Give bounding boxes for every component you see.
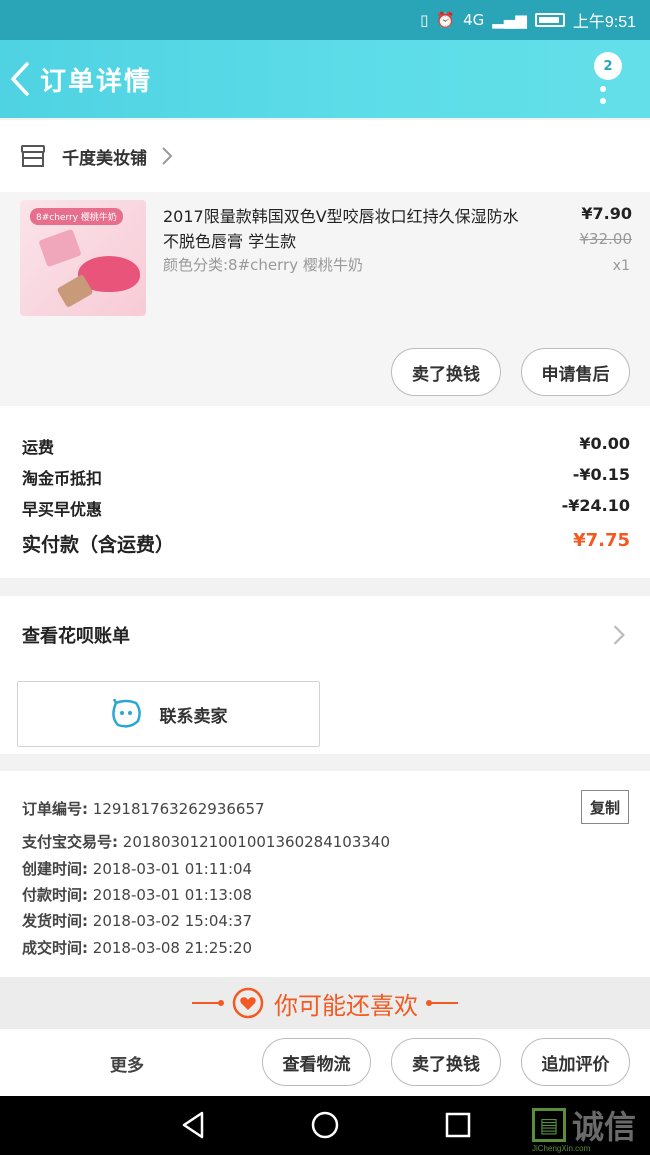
back-icon[interactable] xyxy=(0,40,40,118)
fee-label: 淘金币抵扣 xyxy=(22,469,103,488)
product-image[interactable]: 8#cherry 樱桃牛奶 xyxy=(20,200,146,316)
system-nav-bar: ▤ 诚信 JiChengXin.com xyxy=(0,1096,650,1155)
fee-label: 早买早优惠 xyxy=(22,500,103,519)
bottom-action-bar: 更多 查看物流 卖了换钱 追加评价 xyxy=(0,1029,650,1096)
signal-icon: ▂▄▆ xyxy=(492,11,527,29)
chevron-right-icon xyxy=(612,624,626,646)
fee-value: ¥0.00 xyxy=(579,434,630,453)
resell-bottom-button[interactable]: 卖了换钱 xyxy=(391,1038,501,1086)
info-value: 2018-03-01 01:11:04 xyxy=(92,860,253,878)
info-label: 成交时间: xyxy=(22,939,88,957)
lipstick-shape xyxy=(38,228,82,268)
info-value: 2018030121001001360284103340 xyxy=(122,833,390,851)
info-label: 付款时间: xyxy=(22,886,88,904)
info-value: 2018-03-01 01:13:08 xyxy=(92,886,253,904)
fee-value: -¥24.10 xyxy=(561,496,630,515)
contact-seller-label: 联系卖家 xyxy=(159,706,228,727)
notification-badge: 2 xyxy=(594,52,622,80)
paid-time-line: 付款时间: 2018-03-01 01:13:08 xyxy=(22,884,252,905)
copy-button[interactable]: 复制 xyxy=(581,790,629,824)
total-label: 实付款（含运费） xyxy=(22,534,175,556)
fee-summary: 运费 ¥0.00 淘金币抵扣 -¥0.15 早买早优惠 -¥24.10 实付款（… xyxy=(0,406,650,578)
contact-seller-button[interactable]: 联系卖家 xyxy=(17,681,320,747)
after-sale-button[interactable]: 申请售后 xyxy=(521,348,630,396)
item-original-price: ¥32.00 xyxy=(579,230,633,248)
shop-row[interactable]: 千度美妆铺 xyxy=(0,120,650,192)
resell-button[interactable]: 卖了换钱 xyxy=(391,348,501,396)
completed-time-line: 成交时间: 2018-03-08 21:25:20 xyxy=(22,937,252,958)
shop-name: 千度美妆铺 xyxy=(62,148,147,169)
vibrate-icon: ▯ xyxy=(420,11,429,29)
watermark-text: 诚信 xyxy=(572,1108,637,1146)
total-value: ¥7.75 xyxy=(573,530,630,551)
more-menu-icon[interactable]: 2 xyxy=(592,52,622,112)
nav-back-icon[interactable] xyxy=(180,1110,206,1140)
product-image-tag: 8#cherry 樱桃牛奶 xyxy=(30,208,123,225)
add-review-button[interactable]: 追加评价 xyxy=(521,1038,630,1086)
divider-line xyxy=(426,1000,458,1006)
recommend-header: 你可能还喜欢 xyxy=(0,977,650,1029)
item-price: ¥7.90 xyxy=(581,204,632,223)
divider-line xyxy=(192,1000,224,1006)
info-value: 2018-03-08 21:25:20 xyxy=(92,939,253,957)
chevron-right-icon xyxy=(161,146,173,166)
heart-icon xyxy=(232,987,264,1019)
page-title: 订单详情 xyxy=(40,66,153,97)
watermark-logo: ▤ 诚信 JiChengXin.com xyxy=(532,1100,644,1153)
battery-icon xyxy=(534,13,565,27)
more-button[interactable]: 更多 xyxy=(110,1051,144,1076)
nav-home-icon[interactable] xyxy=(310,1110,340,1140)
fee-row-shipping: 运费 ¥0.00 xyxy=(22,434,630,458)
network-label: 4G xyxy=(463,11,485,29)
order-info: 复制 订单编号: 129181763262936657 支付宝交易号: 2018… xyxy=(0,771,650,977)
fee-value: -¥0.15 xyxy=(572,465,630,484)
nav-recents-icon[interactable] xyxy=(444,1110,472,1140)
fee-row-coins: 淘金币抵扣 -¥0.15 xyxy=(22,465,630,489)
total-row: 实付款（含运费） ¥7.75 xyxy=(22,530,630,557)
info-label: 创建时间: xyxy=(22,860,88,878)
huabei-section: 查看花呗账单 联系卖家 xyxy=(0,596,650,754)
item-spec: 颜色分类:8#cherry 樱桃牛奶 xyxy=(163,256,363,274)
more-dot xyxy=(600,86,606,92)
status-bar: ▯ ⏰ 4G ▂▄▆ 上午9:51 xyxy=(0,0,650,40)
status-time: 上午9:51 xyxy=(572,14,636,31)
header: 订单详情 2 xyxy=(0,40,650,118)
alipay-number-line: 支付宝交易号: 2018030121001001360284103340 xyxy=(22,831,390,852)
more-dot xyxy=(600,98,606,104)
huabei-bill-row[interactable]: 查看花呗账单 xyxy=(0,596,650,674)
store-icon xyxy=(20,144,46,168)
alarm-icon: ⏰ xyxy=(436,11,456,29)
huabei-label: 查看花呗账单 xyxy=(22,626,130,647)
info-label: 发货时间: xyxy=(22,912,88,930)
info-value: 129181763262936657 xyxy=(92,800,265,818)
chat-face-icon xyxy=(110,699,142,729)
recommend-title: 你可能还喜欢 xyxy=(274,991,418,1020)
info-label: 支付宝交易号: xyxy=(22,833,118,851)
created-time-line: 创建时间: 2018-03-01 01:11:04 xyxy=(22,858,252,879)
item-title: 2017限量款韩国双色V型咬唇妆口红持久保湿防水不脱色唇膏 学生款 xyxy=(163,207,519,251)
order-number-line: 订单编号: 129181763262936657 xyxy=(22,798,265,819)
view-logistics-button[interactable]: 查看物流 xyxy=(262,1038,371,1086)
info-value: 2018-03-02 15:04:37 xyxy=(92,912,253,930)
fee-row-discount: 早买早优惠 -¥24.10 xyxy=(22,496,630,520)
watermark-sub: JiChengXin.com xyxy=(532,1144,591,1153)
order-item[interactable]: 8#cherry 樱桃牛奶 2017限量款韩国双色V型咬唇妆口红持久保湿防水不脱… xyxy=(0,192,650,406)
info-label: 订单编号: xyxy=(22,800,88,818)
item-quantity: x1 xyxy=(612,258,630,274)
fee-label: 运费 xyxy=(22,438,55,457)
watermark-mark: ▤ xyxy=(532,1108,566,1142)
shipped-time-line: 发货时间: 2018-03-02 15:04:37 xyxy=(22,910,252,931)
